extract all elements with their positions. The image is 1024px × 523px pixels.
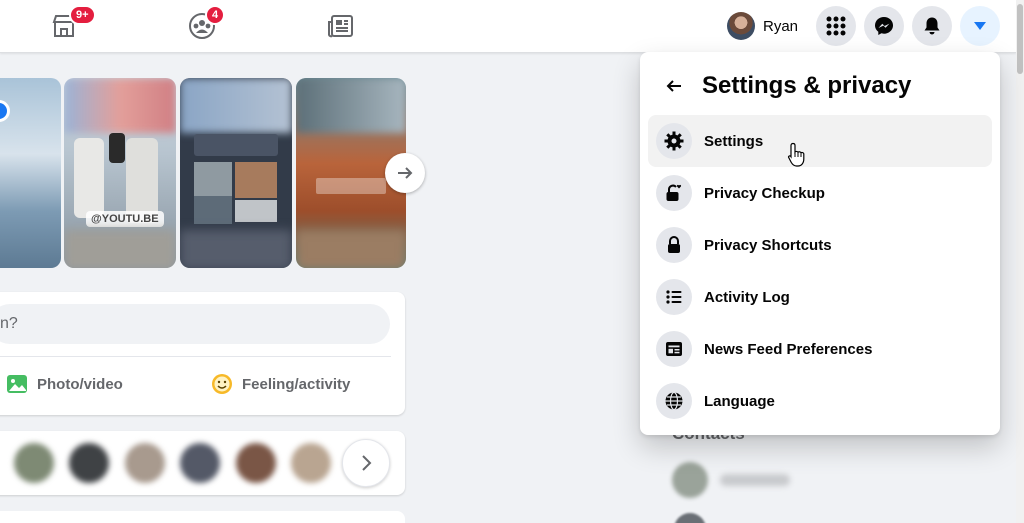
- rooms-strip: [0, 431, 405, 495]
- menu-item-activity-log[interactable]: Activity Log: [648, 271, 992, 323]
- messenger-icon: [875, 17, 893, 35]
- smiley-icon: [212, 374, 232, 394]
- photo-icon: [7, 375, 27, 393]
- profile-name: Ryan: [763, 17, 799, 35]
- photo-video-label: Photo/video: [37, 375, 123, 393]
- room-avatar[interactable]: [236, 443, 276, 483]
- list-icon: [656, 279, 692, 315]
- stories-tray: @YOUTU.BE: [0, 78, 406, 278]
- stories-next-button[interactable]: [385, 153, 425, 193]
- back-button[interactable]: [656, 68, 692, 104]
- feeling-activity-button[interactable]: Feeling/activity: [210, 372, 350, 396]
- menu-header: Settings & privacy: [656, 66, 911, 106]
- hand-cursor-icon: [787, 142, 805, 167]
- room-avatar[interactable]: [291, 443, 331, 483]
- settings-privacy-menu: Settings & privacy Settings Privacy Chec…: [640, 52, 1000, 435]
- story-card[interactable]: @YOUTU.BE: [64, 78, 176, 268]
- groups-badge: 4: [205, 5, 226, 25]
- gear-icon: [656, 123, 692, 159]
- contact-name-blurred: [720, 474, 790, 486]
- top-navigation-bar: 9+ 4 Ryan: [0, 0, 1016, 53]
- menu-item-settings[interactable]: Settings: [648, 115, 992, 167]
- news-feed-icon: [656, 331, 692, 367]
- chevron-right-icon: [362, 455, 372, 471]
- account-menu-button[interactable]: [960, 6, 1000, 46]
- grid-icon: [826, 16, 846, 36]
- menu-item-label: Privacy Checkup: [704, 184, 825, 202]
- room-avatar[interactable]: [14, 443, 54, 483]
- menu-item-label: Language: [704, 392, 775, 410]
- page-scrollbar[interactable]: [1016, 0, 1024, 523]
- feed-post: [0, 511, 405, 523]
- globe-icon: [656, 383, 692, 419]
- bell-icon: [924, 17, 940, 35]
- caret-down-icon: [974, 22, 986, 30]
- story-avatar: [0, 100, 10, 122]
- room-avatar[interactable]: [180, 443, 220, 483]
- menu-item-news-feed-preferences[interactable]: News Feed Preferences: [648, 323, 992, 375]
- news-icon[interactable]: [327, 12, 355, 40]
- menu-grid-button[interactable]: [816, 6, 856, 46]
- room-avatar[interactable]: [69, 443, 109, 483]
- marketplace-badge: 9+: [69, 5, 96, 25]
- lock-heart-icon: [656, 175, 692, 211]
- composer-divider: [0, 356, 391, 357]
- notifications-button[interactable]: [912, 6, 952, 46]
- contact-avatar[interactable]: [674, 513, 706, 523]
- composer-placeholder: n?: [0, 315, 18, 332]
- menu-item-privacy-checkup[interactable]: Privacy Checkup: [648, 167, 992, 219]
- menu-item-language[interactable]: Language: [648, 375, 992, 427]
- arrow-right-icon: [398, 167, 413, 179]
- messenger-button[interactable]: [864, 6, 904, 46]
- menu-item-label: Privacy Shortcuts: [704, 236, 832, 254]
- post-composer: n? Photo/video Feeling/activity: [0, 292, 405, 415]
- rooms-next-button[interactable]: [342, 439, 390, 487]
- menu-item-label: News Feed Preferences: [704, 340, 873, 358]
- story-link-label: @YOUTU.BE: [86, 211, 164, 227]
- story-card[interactable]: [0, 78, 61, 268]
- feeling-activity-label: Feeling/activity: [242, 375, 351, 393]
- menu-item-label: Settings: [704, 132, 764, 150]
- story-card[interactable]: [180, 78, 292, 268]
- menu-title: Settings & privacy: [702, 72, 912, 99]
- contact-item[interactable]: [672, 462, 790, 498]
- avatar: [727, 12, 755, 40]
- photo-video-button[interactable]: Photo/video: [5, 372, 123, 396]
- scrollbar-thumb[interactable]: [1017, 4, 1023, 74]
- contact-avatar: [672, 462, 708, 498]
- menu-item-label: Activity Log: [704, 288, 790, 306]
- lock-icon: [656, 227, 692, 263]
- menu-item-privacy-shortcuts[interactable]: Privacy Shortcuts: [648, 219, 992, 271]
- room-avatar[interactable]: [125, 443, 165, 483]
- profile-shortcut[interactable]: Ryan: [725, 9, 806, 43]
- arrow-left-icon: [666, 80, 681, 92]
- composer-input[interactable]: n?: [0, 304, 390, 344]
